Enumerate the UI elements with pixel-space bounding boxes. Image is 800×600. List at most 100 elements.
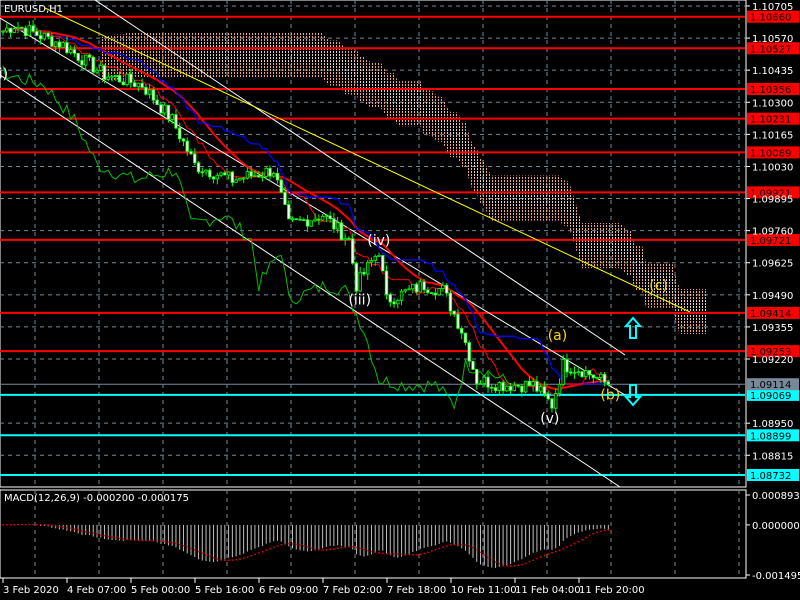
macd-signal-dot — [141, 539, 144, 541]
price-tick-label: 1.10705 — [752, 2, 793, 13]
macd-signal-dot — [566, 546, 568, 548]
candle-body — [475, 369, 479, 385]
candle-body — [411, 283, 415, 290]
candle-body — [275, 172, 280, 181]
macd-signal-dot — [400, 553, 403, 555]
macd-signal-dot — [227, 559, 230, 562]
price-tick-label: 1.09895 — [752, 195, 793, 206]
macd-signal-dot — [374, 551, 377, 554]
candle-body — [508, 385, 513, 391]
macd-signal-dot — [585, 536, 587, 539]
price-axis: 1.106601.105271.103561.102311.100891.099… — [745, 0, 799, 487]
candle-body — [181, 138, 186, 142]
candle-body — [399, 290, 404, 301]
candle-body — [565, 359, 569, 373]
macd-signal-dot — [573, 542, 576, 545]
macd-signal-dot — [216, 558, 219, 560]
candle-body — [162, 104, 167, 114]
candle-body — [294, 218, 298, 221]
macd-signal-dot — [412, 553, 414, 556]
candle-body — [121, 81, 126, 86]
candle-body — [253, 175, 257, 177]
macd-signal-dot — [359, 547, 362, 550]
candle-body — [125, 73, 129, 86]
candle-body — [129, 73, 133, 84]
macd-signal-dot — [483, 554, 486, 556]
macd-label: MACD(12,26,9) -0.000200 -0.000175 — [4, 493, 189, 504]
macd-signal-dot — [2, 524, 4, 526]
candle-body — [302, 219, 306, 222]
macd-signal-dot — [344, 546, 347, 548]
macd-signal-dot — [509, 565, 512, 567]
candle-body — [535, 381, 539, 392]
macd-signal-dot — [182, 545, 185, 547]
macd-signal-dot — [494, 561, 497, 563]
candle-body — [35, 31, 39, 36]
candle-body — [335, 222, 340, 230]
candle-body — [230, 171, 235, 183]
macd-signal-dot — [39, 523, 42, 526]
macd-signal-dot — [167, 541, 170, 543]
candle-body — [429, 292, 434, 295]
candle-body — [463, 332, 468, 344]
macd-signal-dot — [133, 539, 136, 541]
candle-body — [347, 237, 351, 240]
candle-body — [204, 169, 208, 173]
chart-title: EURUSD,H1 — [4, 4, 63, 15]
wave-label: (b) — [600, 387, 620, 403]
candle-body — [290, 218, 295, 221]
candle-body — [501, 382, 505, 392]
time-tick-label: 4 Feb 07:00 — [67, 585, 126, 596]
candle-body — [8, 27, 13, 33]
macd-signal-dot — [355, 546, 358, 549]
wave-label: (iv) — [367, 233, 390, 249]
candle-body — [102, 65, 107, 80]
macd-signal-dot — [570, 544, 572, 547]
macd-signal-dot — [54, 525, 57, 527]
price-tick-label: 1.08815 — [752, 451, 793, 462]
candle-body — [550, 398, 554, 409]
candle-body — [151, 89, 156, 101]
macd-signal-dot — [318, 549, 320, 551]
candle-body — [569, 371, 573, 374]
macd-signal-dot — [148, 539, 151, 542]
candle-body — [87, 54, 92, 58]
candle-body — [174, 114, 178, 129]
macd-signal-dot — [231, 559, 234, 561]
price-tick-label: 1.10435 — [752, 66, 793, 77]
macd-signal-dot — [453, 543, 456, 546]
macd-signal-dot — [58, 525, 61, 528]
price-tick-label: 1.09760 — [752, 227, 793, 238]
candle-body — [587, 370, 592, 376]
time-tick-label: 5 Feb 16:00 — [195, 585, 254, 596]
macd-signal-dot — [415, 554, 418, 556]
candle-body — [170, 114, 174, 120]
candle-body — [576, 371, 580, 374]
macd-signal-dot — [88, 531, 91, 534]
candle-body — [241, 177, 246, 180]
macd-signal-dot — [17, 523, 19, 526]
price-tick-label: 1.10030 — [752, 162, 793, 173]
macd-signal-dot — [111, 536, 113, 538]
candle-body — [505, 385, 509, 392]
candle-body — [1, 30, 5, 33]
candle-body — [444, 284, 449, 294]
wave-label: (c) — [649, 278, 668, 294]
macd-signal-dot — [464, 544, 467, 546]
candle-body — [527, 380, 532, 387]
candle-body — [147, 89, 152, 95]
support-level-label: 1.09069 — [750, 391, 791, 402]
macd-signal-dot — [367, 549, 369, 552]
macd-signal-dot — [596, 531, 598, 534]
candle-body — [166, 104, 171, 120]
candle-body — [572, 372, 577, 374]
price-tick-label: 1.08950 — [752, 419, 793, 430]
candle-body — [53, 41, 58, 47]
macd-signal-dot — [491, 559, 493, 561]
macd-signal-dot — [558, 549, 561, 551]
candle-body — [414, 283, 419, 293]
macd-signal-dot — [517, 564, 520, 566]
candle-body — [350, 238, 355, 264]
macd-signal-dot — [389, 553, 392, 555]
candle-body — [72, 49, 77, 54]
